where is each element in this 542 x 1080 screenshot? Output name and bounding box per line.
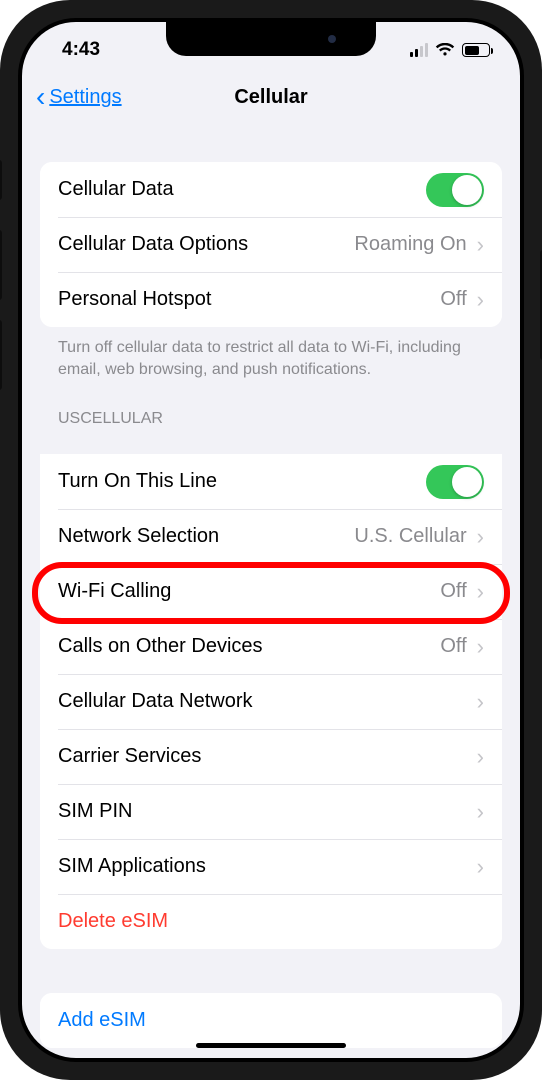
chevron-right-icon: › — [477, 232, 484, 258]
section-header-carrier: USCELLULAR — [40, 380, 502, 436]
row-label: Personal Hotspot — [58, 288, 440, 311]
chevron-right-icon: › — [477, 854, 484, 880]
row-label: Add eSIM — [58, 1009, 484, 1032]
group-carrier: Turn On This Line Network Selection U.S.… — [40, 454, 502, 949]
row-label: SIM Applications — [58, 855, 467, 878]
row-network-selection[interactable]: Network Selection U.S. Cellular › — [40, 509, 502, 564]
cellular-signal-icon — [410, 43, 428, 57]
row-sim-applications[interactable]: SIM Applications › — [40, 839, 502, 894]
row-carrier-services[interactable]: Carrier Services › — [40, 729, 502, 784]
chevron-right-icon: › — [477, 524, 484, 550]
row-delete-esim[interactable]: Delete eSIM — [40, 894, 502, 949]
chevron-right-icon: › — [477, 689, 484, 715]
row-cellular-data-options[interactable]: Cellular Data Options Roaming On › — [40, 217, 502, 272]
chevron-right-icon: › — [477, 799, 484, 825]
wifi-icon — [435, 43, 455, 57]
row-value: Off — [440, 288, 466, 311]
nav-bar: ‹ Settings Cellular — [22, 72, 520, 122]
row-label: SIM PIN — [58, 800, 467, 823]
row-label: Carrier Services — [58, 745, 467, 768]
row-label: Cellular Data — [58, 178, 426, 201]
status-time: 4:43 — [62, 39, 100, 61]
row-label: Network Selection — [58, 525, 354, 548]
chevron-right-icon: › — [477, 287, 484, 313]
page-title: Cellular — [234, 86, 307, 109]
row-cellular-data-network[interactable]: Cellular Data Network › — [40, 674, 502, 729]
battery-icon — [462, 43, 490, 57]
row-value: U.S. Cellular — [354, 525, 466, 548]
notch — [166, 22, 376, 56]
row-label: Turn On This Line — [58, 470, 426, 493]
chevron-left-icon: ‹ — [36, 83, 45, 111]
row-label: Wi-Fi Calling — [58, 580, 440, 603]
row-value: Off — [440, 635, 466, 658]
row-label: Calls on Other Devices — [58, 635, 440, 658]
group-add-esim: Add eSIM — [40, 993, 502, 1048]
toggle-cellular-data[interactable] — [426, 173, 484, 207]
chevron-right-icon: › — [477, 744, 484, 770]
group-footer: Turn off cellular data to restrict all d… — [40, 327, 502, 380]
chevron-right-icon: › — [477, 634, 484, 660]
row-label: Delete eSIM — [58, 910, 484, 933]
back-label: Settings — [49, 86, 121, 109]
row-turn-on-line[interactable]: Turn On This Line — [40, 454, 502, 509]
group-cellular: Cellular Data Cellular Data Options Roam… — [40, 162, 502, 327]
row-sim-pin[interactable]: SIM PIN › — [40, 784, 502, 839]
row-wifi-calling[interactable]: Wi-Fi Calling Off › — [40, 564, 502, 619]
chevron-right-icon: › — [477, 579, 484, 605]
row-cellular-data[interactable]: Cellular Data — [40, 162, 502, 217]
row-label: Cellular Data Network — [58, 690, 467, 713]
row-personal-hotspot[interactable]: Personal Hotspot Off › — [40, 272, 502, 327]
back-button[interactable]: ‹ Settings — [36, 83, 122, 111]
home-indicator[interactable] — [196, 1043, 346, 1048]
row-calls-other-devices[interactable]: Calls on Other Devices Off › — [40, 619, 502, 674]
row-value: Off — [440, 580, 466, 603]
toggle-line[interactable] — [426, 465, 484, 499]
row-value: Roaming On — [354, 233, 466, 256]
row-label: Cellular Data Options — [58, 233, 354, 256]
row-add-esim[interactable]: Add eSIM — [40, 993, 502, 1048]
